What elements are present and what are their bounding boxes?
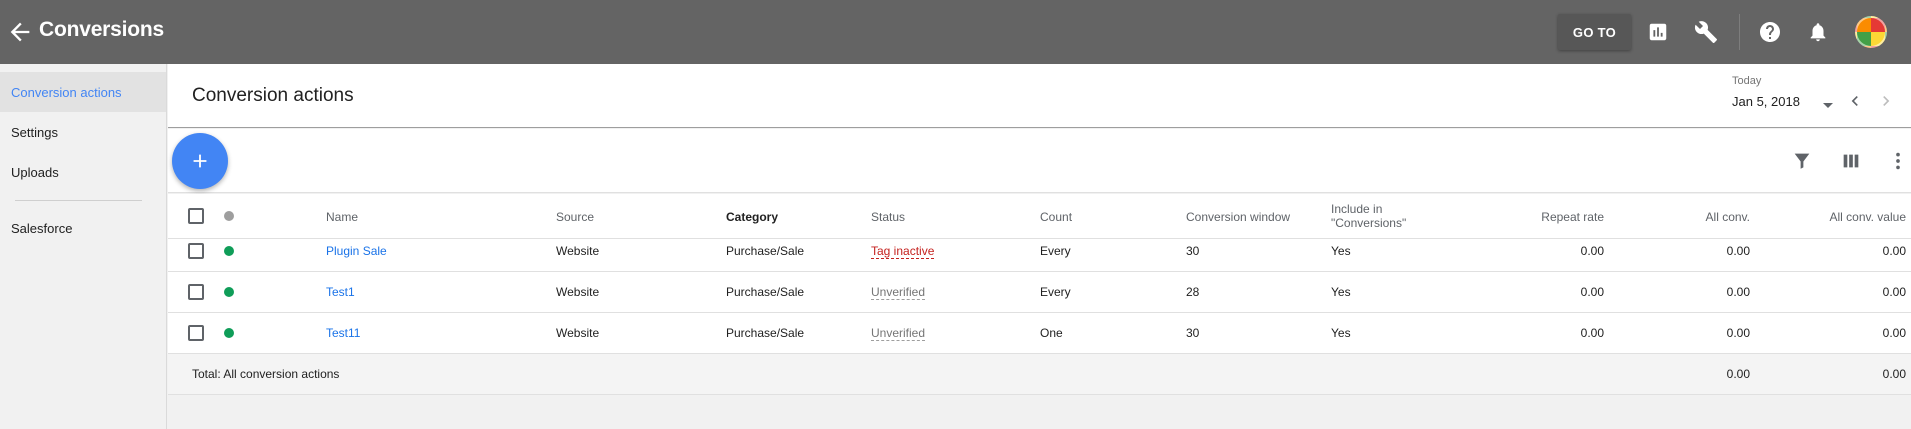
all-conv-cell: 0.00 — [1726, 326, 1750, 340]
total-all-conv-value: 0.00 — [1882, 367, 1906, 381]
select-all-checkbox[interactable] — [188, 208, 204, 224]
all-conv-value-cell: 0.00 — [1882, 285, 1906, 299]
column-header-repeat-rate[interactable]: Repeat rate — [1504, 210, 1604, 224]
row-checkbox[interactable] — [188, 325, 204, 341]
page-title: Conversion actions — [192, 85, 354, 106]
app-title: Conversions — [39, 18, 164, 41]
sidebar-item-salesforce[interactable]: Salesforce — [0, 208, 166, 248]
table-row: Plugin Sale Website Purchase/Sale Tag in… — [168, 239, 1911, 272]
column-header-all-conv-value[interactable]: All conv. value — [1771, 210, 1906, 224]
all-conv-value-cell: 0.00 — [1882, 244, 1906, 258]
include-cell: Yes — [1331, 285, 1351, 299]
add-conversion-button[interactable] — [172, 133, 228, 189]
source-cell: Website — [556, 244, 600, 258]
sidebar-item-settings[interactable]: Settings — [0, 112, 166, 152]
table-toolbar — [168, 129, 1911, 193]
main-content: Conversion actions Today Jan 5, 2018 Nam… — [168, 64, 1911, 429]
page-header: Conversion actions Today Jan 5, 2018 — [168, 64, 1911, 128]
table-row: Test11 Website Purchase/Sale Unverified … — [168, 313, 1911, 354]
status-unverified[interactable]: Unverified — [871, 326, 926, 341]
all-conv-value-cell: 0.00 — [1882, 326, 1906, 340]
conversion-name-link[interactable]: Test11 — [326, 326, 360, 340]
goto-button[interactable]: GO TO — [1558, 14, 1631, 50]
sidebar-item-conversion-actions[interactable]: Conversion actions — [0, 72, 166, 112]
category-cell: Purchase/Sale — [726, 285, 805, 299]
repeat-rate-cell: 0.00 — [1580, 244, 1604, 258]
help-icon[interactable] — [1757, 19, 1783, 45]
total-label: Total: All conversion actions — [192, 367, 340, 381]
conversion-name-link[interactable]: Test1 — [326, 285, 355, 299]
sidebar-item-uploads[interactable]: Uploads — [0, 152, 166, 192]
all-conv-cell: 0.00 — [1726, 285, 1750, 299]
table-header-row: Name Source Category Status Count Conver… — [168, 194, 1911, 239]
column-header-conversion-window[interactable]: Conversion window — [1186, 210, 1290, 224]
more-vertical-icon[interactable] — [1886, 149, 1910, 173]
top-app-bar: Conversions GO TO — [0, 0, 1911, 64]
window-cell: 30 — [1186, 326, 1200, 340]
total-all-conv: 0.00 — [1726, 367, 1750, 381]
repeat-rate-cell: 0.00 — [1580, 285, 1604, 299]
conversion-name-link[interactable]: Plugin Sale — [326, 244, 387, 258]
status-unverified[interactable]: Unverified — [871, 285, 926, 300]
count-cell: One — [1040, 326, 1063, 340]
date-range-label: Today — [1732, 75, 1762, 87]
date-next-chevron-icon[interactable] — [1876, 91, 1896, 111]
status-tag-inactive[interactable]: Tag inactive — [871, 244, 935, 259]
column-header-status[interactable]: Status — [871, 210, 905, 224]
table-total-row: Total: All conversion actions 0.00 0.00 — [168, 354, 1911, 395]
window-cell: 28 — [1186, 285, 1200, 299]
column-header-all-conv[interactable]: All conv. — [1650, 210, 1750, 224]
source-cell: Website — [556, 285, 600, 299]
column-header-name[interactable]: Name — [326, 210, 358, 224]
conversion-actions-table: Name Source Category Status Count Conver… — [168, 194, 1911, 395]
toolbar-divider — [1739, 14, 1740, 50]
date-previous-chevron-icon[interactable] — [1845, 91, 1865, 111]
status-dot-enabled-icon — [224, 287, 234, 297]
column-header-count[interactable]: Count — [1040, 210, 1072, 224]
column-header-source[interactable]: Source — [556, 210, 594, 224]
back-arrow-icon[interactable] — [6, 18, 34, 46]
category-cell: Purchase/Sale — [726, 244, 805, 258]
table-row: Test1 Website Purchase/Sale Unverified E… — [168, 272, 1911, 313]
status-dot-header-icon — [224, 211, 234, 221]
columns-icon[interactable] — [1839, 149, 1863, 173]
repeat-rate-cell: 0.00 — [1580, 326, 1604, 340]
all-conv-cell: 0.00 — [1726, 244, 1750, 258]
column-header-include-line1[interactable]: Include in — [1331, 202, 1382, 216]
tools-wrench-icon[interactable] — [1693, 19, 1719, 45]
sidebar-divider — [15, 200, 142, 201]
column-header-include-line2[interactable]: "Conversions" — [1331, 216, 1406, 230]
count-cell: Every — [1040, 285, 1071, 299]
filter-icon[interactable] — [1790, 149, 1814, 173]
plus-icon — [193, 154, 207, 168]
status-dot-enabled-icon — [224, 246, 234, 256]
date-dropdown-caret-icon[interactable] — [1822, 97, 1834, 115]
notifications-bell-icon[interactable] — [1805, 19, 1831, 45]
reports-icon[interactable] — [1645, 19, 1671, 45]
date-range-value[interactable]: Jan 5, 2018 — [1732, 94, 1800, 109]
include-cell: Yes — [1331, 326, 1351, 340]
account-avatar[interactable] — [1855, 16, 1887, 48]
column-header-category[interactable]: Category — [726, 210, 778, 224]
include-cell: Yes — [1331, 244, 1351, 258]
row-checkbox[interactable] — [188, 243, 204, 259]
category-cell: Purchase/Sale — [726, 326, 805, 340]
sidebar: Conversion actions Settings Uploads Sale… — [0, 64, 167, 429]
source-cell: Website — [556, 326, 600, 340]
count-cell: Every — [1040, 244, 1071, 258]
window-cell: 30 — [1186, 244, 1200, 258]
row-checkbox[interactable] — [188, 284, 204, 300]
status-dot-enabled-icon — [224, 328, 234, 338]
